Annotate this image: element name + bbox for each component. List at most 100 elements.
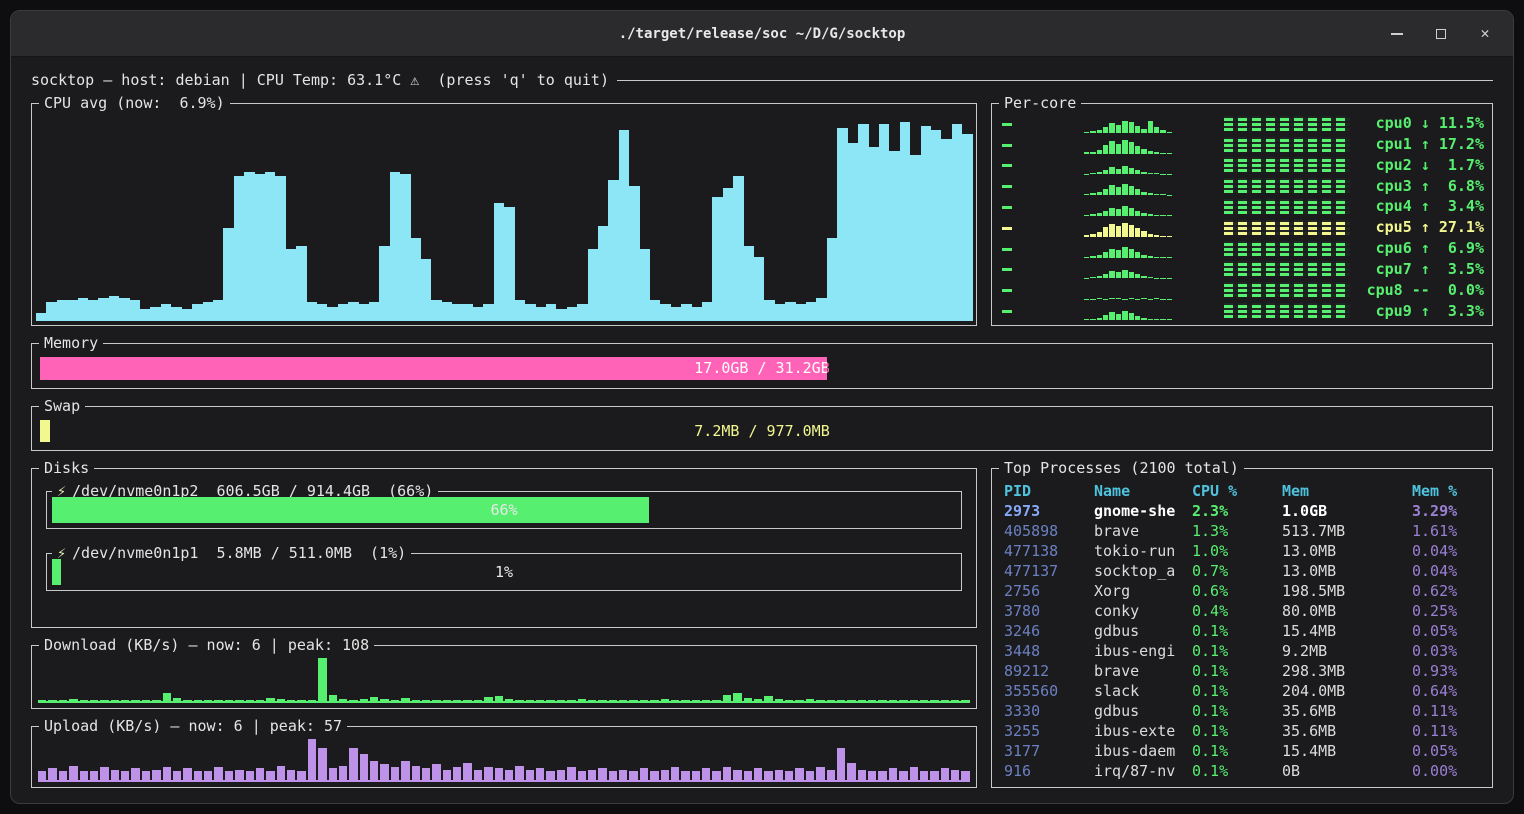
window-titlebar[interactable]: ./target/release/soc ~/D/G/socktop ✕ xyxy=(11,11,1513,57)
disk-gauge: 66% xyxy=(52,497,956,523)
process-row: 2973gnome-she2.3%1.0GB3.29% xyxy=(1004,501,1484,521)
terminal-window: ./target/release/soc ~/D/G/socktop ✕ soc… xyxy=(10,10,1514,804)
core-label: cpu1 ↑ 17.2% xyxy=(1350,135,1484,153)
app-header: socktop — host: debian | CPU Temp: 63.1°… xyxy=(31,69,1493,91)
core-history-chart xyxy=(1084,259,1172,278)
core-history-chart xyxy=(1084,135,1172,154)
process-cpu: 0.1% xyxy=(1192,661,1282,681)
process-name: tokio-run xyxy=(1094,541,1192,561)
process-row: 2756Xorg0.6%198.5MB0.62% xyxy=(1004,581,1484,601)
process-row: 355560slack0.1%204.0MB0.64% xyxy=(1004,681,1484,701)
process-name: brave xyxy=(1094,521,1192,541)
col-header-pid: PID xyxy=(1004,481,1094,501)
process-mem: 298.3MB xyxy=(1282,661,1412,681)
maximize-icon xyxy=(1436,29,1446,39)
core-activity-ticks xyxy=(1000,301,1084,320)
process-mempct: 0.64% xyxy=(1412,681,1484,701)
process-cpu: 0.4% xyxy=(1192,601,1282,621)
processes-panel: Top Processes (2100 total) PID Name CPU … xyxy=(991,468,1493,788)
core-activity-ticks xyxy=(1000,239,1084,258)
process-name: ibus-daem xyxy=(1094,741,1192,761)
close-button[interactable]: ✕ xyxy=(1477,26,1493,42)
process-name: brave xyxy=(1094,661,1192,681)
process-cpu: 0.1% xyxy=(1192,681,1282,701)
processes-panel-title: Top Processes (2100 total) xyxy=(999,458,1244,478)
process-cpu: 2.3% xyxy=(1192,501,1282,521)
core-recent-activity-block xyxy=(1224,178,1350,193)
process-table: PID Name CPU % Mem Mem % 2973gnome-she2.… xyxy=(1004,481,1484,781)
process-table-header: PID Name CPU % Mem Mem % xyxy=(1004,481,1484,501)
swap-gauge: 7.2MB / 977.0MB xyxy=(40,420,1484,442)
process-mempct: 0.05% xyxy=(1412,741,1484,761)
process-mem: 35.6MB xyxy=(1282,721,1412,741)
header-rule xyxy=(617,80,1493,81)
cpu-avg-panel-title: CPU avg (now: 6.9%) xyxy=(39,93,230,113)
core-activity-ticks xyxy=(1000,197,1084,216)
disks-panel: Disks ⚡/dev/nvme0n1p2 606.5GB / 914.4GB … xyxy=(31,468,977,628)
disk-nvme0n1p2: ⚡/dev/nvme0n1p2 606.5GB / 914.4GB (66%) … xyxy=(46,491,962,529)
col-header-mem: Mem xyxy=(1282,481,1412,501)
process-row: 477138tokio-run1.0%13.0MB0.04% xyxy=(1004,541,1484,561)
process-mem: 35.6MB xyxy=(1282,701,1412,721)
core-activity-ticks xyxy=(1000,218,1084,237)
window-controls: ✕ xyxy=(1389,11,1493,56)
process-mem: 0B xyxy=(1282,761,1412,781)
process-name: ibus-exte xyxy=(1094,721,1192,741)
core-recent-activity-block xyxy=(1224,137,1350,152)
core-history-chart xyxy=(1084,280,1172,299)
process-mempct: 0.93% xyxy=(1412,661,1484,681)
core-row-cpu7: cpu7 ↑ 3.5% xyxy=(1000,259,1484,278)
core-recent-activity-block xyxy=(1224,282,1350,297)
process-name: conky xyxy=(1094,601,1192,621)
process-pid: 2756 xyxy=(1004,581,1094,601)
process-row: 3448ibus-engi0.1%9.2MB0.03% xyxy=(1004,641,1484,661)
process-cpu: 1.3% xyxy=(1192,521,1282,541)
col-header-mempct: Mem % xyxy=(1412,481,1484,501)
process-name: socktop_a xyxy=(1094,561,1192,581)
process-mempct: 0.62% xyxy=(1412,581,1484,601)
process-mempct: 0.25% xyxy=(1412,601,1484,621)
core-recent-activity-block xyxy=(1224,157,1350,172)
close-icon: ✕ xyxy=(1480,26,1489,41)
disk-gauge: 1% xyxy=(52,559,956,585)
download-history-chart xyxy=(38,658,970,703)
core-label: cpu7 ↑ 3.5% xyxy=(1350,260,1484,278)
process-row: 3177ibus-daem0.1%15.4MB0.05% xyxy=(1004,741,1484,761)
disks-panel-title: Disks xyxy=(39,458,94,478)
process-mem: 15.4MB xyxy=(1282,741,1412,761)
core-label: cpu4 ↑ 3.4% xyxy=(1350,197,1484,215)
core-label: cpu9 ↑ 3.3% xyxy=(1350,302,1484,320)
core-row-cpu1: cpu1 ↑ 17.2% xyxy=(1000,135,1484,154)
process-pid: 477137 xyxy=(1004,561,1094,581)
core-activity-ticks xyxy=(1000,155,1084,174)
swap-panel-title: Swap xyxy=(39,396,85,416)
core-label: cpu5 ↑ 27.1% xyxy=(1350,218,1484,236)
app-header-text: socktop — host: debian | CPU Temp: 63.1°… xyxy=(31,71,609,89)
process-mempct: 1.61% xyxy=(1412,521,1484,541)
disk-gauge-label: 1% xyxy=(52,559,956,585)
process-mem: 204.0MB xyxy=(1282,681,1412,701)
process-cpu: 0.1% xyxy=(1192,621,1282,641)
process-pid: 89212 xyxy=(1004,661,1094,681)
process-pid: 3330 xyxy=(1004,701,1094,721)
core-row-cpu6: cpu6 ↑ 6.9% xyxy=(1000,239,1484,258)
process-name: gdbus xyxy=(1094,621,1192,641)
download-panel: Download (KB/s) — now: 6 | peak: 108 xyxy=(31,645,977,709)
upload-panel-title: Upload (KB/s) — now: 6 | peak: 57 xyxy=(39,716,347,736)
process-mempct: 0.00% xyxy=(1412,761,1484,781)
process-mempct: 0.05% xyxy=(1412,621,1484,641)
cpu-avg-panel: CPU avg (now: 6.9%) xyxy=(31,103,977,326)
process-name: gdbus xyxy=(1094,701,1192,721)
process-row: 3246gdbus0.1%15.4MB0.05% xyxy=(1004,621,1484,641)
core-label: cpu0 ↓ 11.5% xyxy=(1350,114,1484,132)
process-name: Xorg xyxy=(1094,581,1192,601)
col-header-cpu: CPU % xyxy=(1192,481,1282,501)
process-row: 3330gdbus0.1%35.6MB0.11% xyxy=(1004,701,1484,721)
core-history-chart xyxy=(1084,155,1172,174)
process-rows: 2973gnome-she2.3%1.0GB3.29%405898brave1.… xyxy=(1004,501,1484,781)
core-recent-activity-block xyxy=(1224,261,1350,276)
core-row-cpu8: cpu8 -- 0.0% xyxy=(1000,280,1484,299)
core-recent-activity-block xyxy=(1224,241,1350,256)
maximize-button[interactable] xyxy=(1433,26,1449,42)
minimize-button[interactable] xyxy=(1389,26,1405,42)
